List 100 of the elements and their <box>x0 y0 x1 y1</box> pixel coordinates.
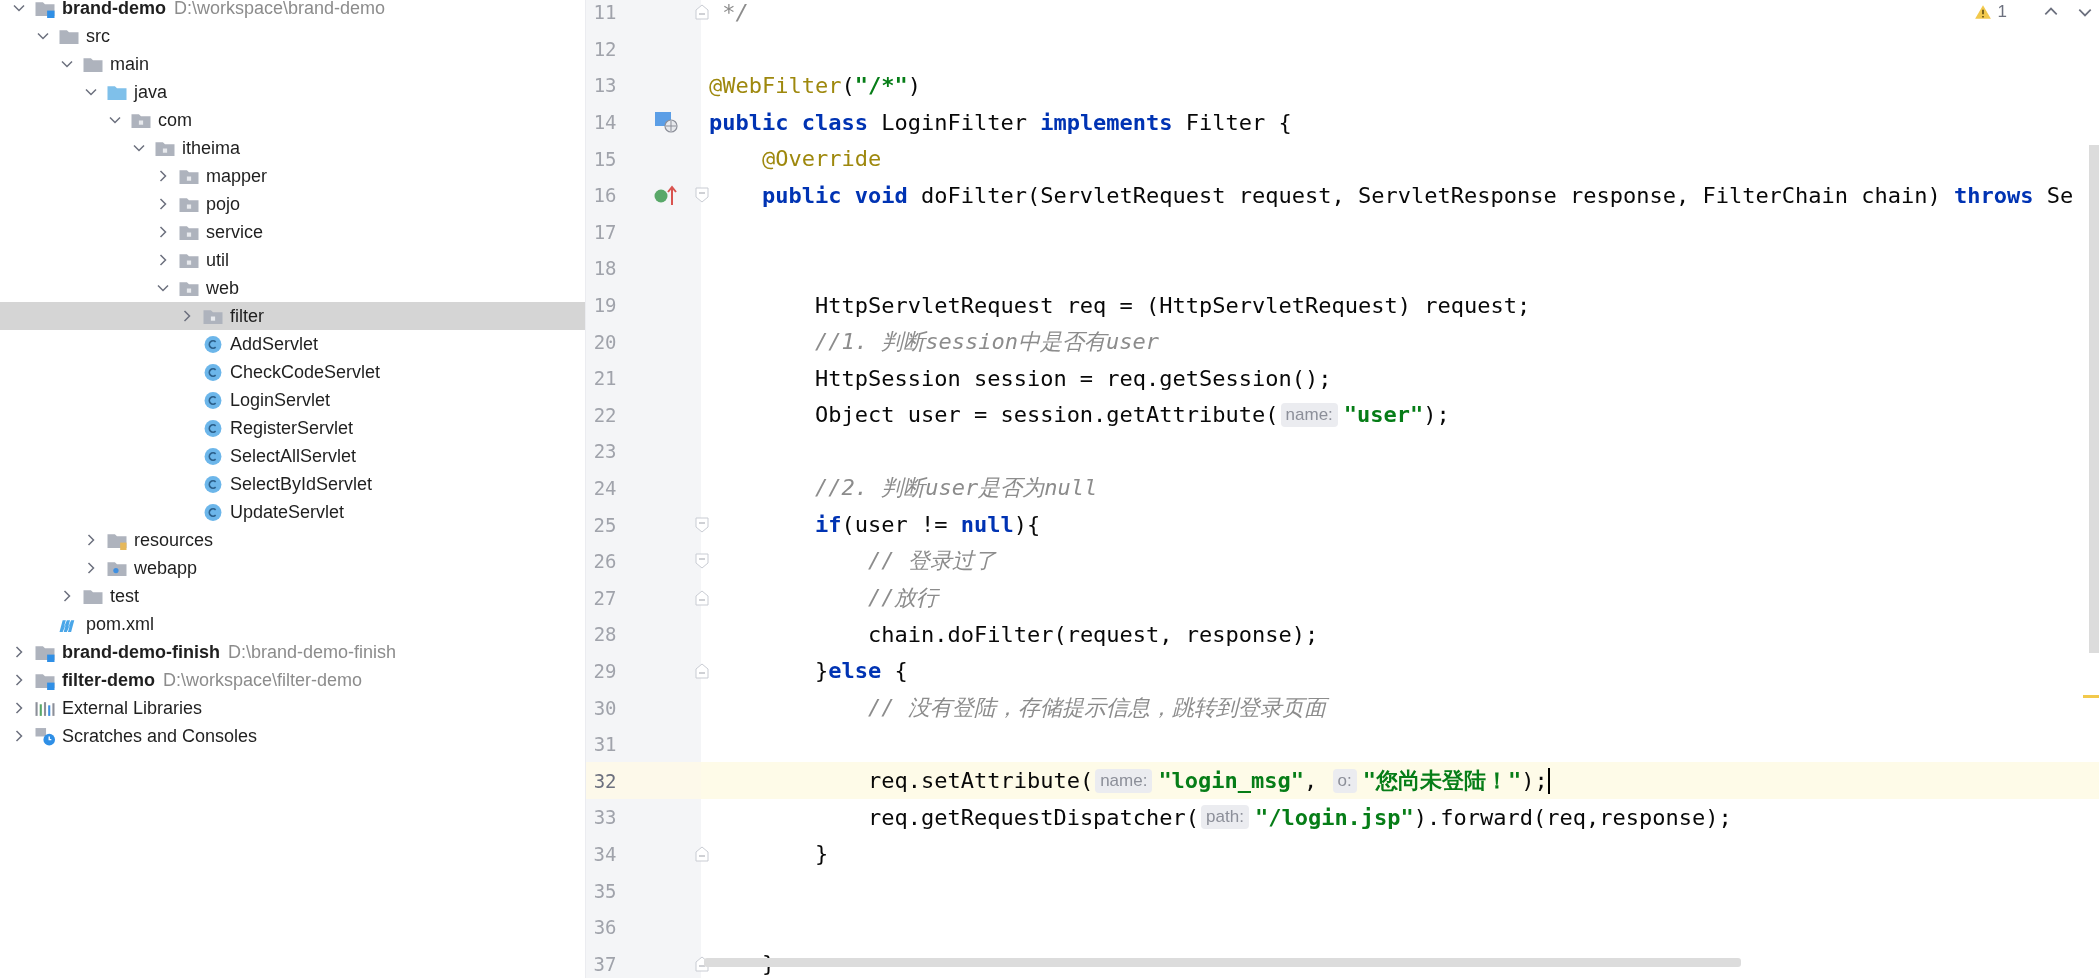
string-literal: "/login.jsp" <box>1254 804 1414 830</box>
tree-item[interactable]: Scratches and Consoles <box>0 722 585 750</box>
parameter-hint: o: <box>1332 768 1357 793</box>
module-folder-icon <box>34 0 56 18</box>
project-path: D:\brand-demo-finish <box>228 641 397 663</box>
implement-arrow-icon[interactable] <box>653 184 678 207</box>
code-line: //1. 判断session中是否有user <box>814 327 1159 356</box>
code-line: public void doFilter(ServletRequest request, ServletResponse response, FilterChain chain) throws Se <box>762 182 2074 208</box>
class-icon <box>202 362 224 382</box>
line-number: 16 <box>592 184 617 207</box>
text-cursor <box>1547 767 1550 794</box>
class-icon <box>202 502 224 522</box>
line-number: 19 <box>592 294 617 317</box>
tree-item[interactable]: brand-demo-finish D:\brand-demo-finish <box>0 638 585 666</box>
line-number: 35 <box>592 879 617 902</box>
class-icon <box>202 446 224 466</box>
line-number: 13 <box>592 74 617 97</box>
code-text: , <box>1304 768 1319 794</box>
line-number: 18 <box>592 257 617 280</box>
code-line: } <box>814 841 829 867</box>
code-line: public class LoginFilter implements Filter { <box>709 109 1292 135</box>
code-text: ); <box>1423 402 1450 428</box>
line-number: 21 <box>592 367 617 390</box>
code-line: //放行 <box>867 583 939 612</box>
scratches-icon <box>34 726 56 746</box>
code-line: chain.doFilter(request, response); <box>867 621 1319 647</box>
code-line: //2. 判断user是否为null <box>814 474 1098 502</box>
line-number: 17 <box>592 220 617 243</box>
warning-count[interactable]: 1 <box>1997 2 2007 22</box>
tree-item[interactable]: resources <box>0 526 585 554</box>
line-number: 32 <box>592 769 617 792</box>
code-text: ).forward(req,response); <box>1413 804 1732 830</box>
code-line: */ <box>722 0 749 25</box>
code-line: }else { <box>814 658 908 684</box>
tree-item[interactable]: UpdateServlet <box>0 498 585 526</box>
class-icon <box>202 418 224 438</box>
code-text: ); <box>1521 768 1548 794</box>
parameter-hint: name: <box>1095 768 1153 793</box>
code-text: req.getRequestDispatcher( <box>867 804 1200 830</box>
tree-item[interactable]: web <box>0 274 585 302</box>
tree-item[interactable]: main <box>0 50 585 78</box>
tree-item[interactable]: pojo <box>0 190 585 218</box>
string-literal: "login_msg" <box>1158 768 1305 794</box>
tree-item[interactable]: util <box>0 246 585 274</box>
class-icon <box>202 474 224 494</box>
line-number: 37 <box>592 952 617 975</box>
code-text: req.setAttribute( <box>867 768 1094 794</box>
tree-item[interactable]: SelectByIdServlet <box>0 470 585 498</box>
code-line: HttpServletRequest req = (HttpServletRequest) request; <box>814 292 1531 318</box>
string-literal: "user" <box>1343 402 1424 428</box>
tree-item[interactable]: test <box>0 582 585 610</box>
line-number: 11 <box>592 1 617 24</box>
warning-icon[interactable] <box>1973 4 1992 20</box>
vertical-scrollbar[interactable] <box>2089 145 2099 653</box>
tree-item[interactable]: RegisterServlet <box>0 414 585 442</box>
line-number: 33 <box>592 806 617 829</box>
line-number: 28 <box>592 623 617 646</box>
line-number: 34 <box>592 842 617 865</box>
tree-item[interactable]: service <box>0 218 585 246</box>
line-number: 27 <box>592 586 617 609</box>
tree-item[interactable]: itheima <box>0 134 585 162</box>
code-text: Object user = session.getAttribute( <box>814 402 1279 428</box>
project-path: D:\workspace\brand-demo <box>174 0 386 19</box>
line-number: 15 <box>592 147 617 170</box>
tree-item[interactable]: java <box>0 78 585 106</box>
tree-item[interactable]: mapper <box>0 162 585 190</box>
class-icon <box>202 334 224 354</box>
line-number: 12 <box>592 37 617 60</box>
tree-item[interactable]: CheckCodeServlet <box>0 358 585 386</box>
code-line: @WebFilter("/*") <box>709 73 921 98</box>
line-number: 14 <box>592 111 617 134</box>
code-line: if(user != null){ <box>814 512 1041 538</box>
line-number: 30 <box>592 696 617 719</box>
line-number: 25 <box>592 513 617 536</box>
tree-item[interactable]: External Libraries <box>0 694 585 722</box>
line-number: 22 <box>592 403 617 426</box>
parameter-hint: name: <box>1280 402 1338 427</box>
line-number: 24 <box>592 477 617 499</box>
tree-item[interactable]: LoginServlet <box>0 386 585 414</box>
tree-item[interactable]: pom.xml <box>0 610 585 638</box>
tree-item[interactable]: webapp <box>0 554 585 582</box>
project-path: D:\workspace\filter-demo <box>163 669 363 691</box>
line-number: 23 <box>592 440 617 463</box>
tree-item[interactable]: brand-demo D:\workspace\brand-demo <box>0 0 585 22</box>
tree-item[interactable]: filter-demo D:\workspace\filter-demo <box>0 666 585 694</box>
tree-item[interactable]: src <box>0 22 585 50</box>
code-line: @Override <box>762 146 882 172</box>
parameter-hint: path: <box>1201 805 1249 830</box>
class-icon <box>202 390 224 410</box>
class-marker-icon[interactable] <box>653 111 678 134</box>
tree-item[interactable]: AddServlet <box>0 330 585 358</box>
tree-item[interactable]: com <box>0 106 585 134</box>
line-number: 20 <box>592 330 617 353</box>
line-number: 31 <box>592 733 617 756</box>
line-number: 29 <box>592 660 617 682</box>
tree-item[interactable]: filter <box>0 302 585 330</box>
tree-item[interactable]: SelectAllServlet <box>0 442 585 470</box>
code-line: HttpSession session = req.getSession(); <box>814 365 1332 391</box>
line-number: 36 <box>592 916 617 939</box>
code-line: // 登录过了 <box>867 547 996 576</box>
